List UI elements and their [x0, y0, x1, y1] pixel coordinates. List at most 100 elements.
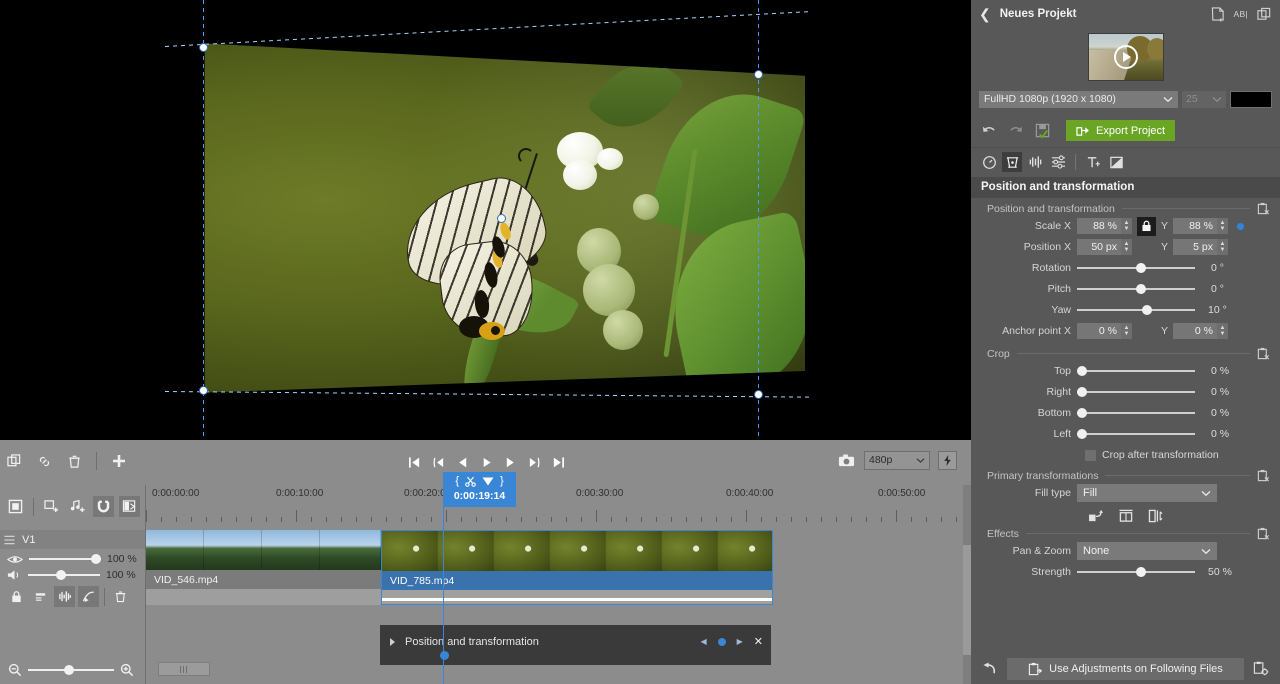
reset-group-icon[interactable]: [1257, 469, 1270, 482]
tab-speed[interactable]: [979, 152, 999, 172]
crop-top-slider[interactable]: [1077, 363, 1195, 379]
fast-preview-button[interactable]: [938, 450, 957, 470]
opacity-slider[interactable]: [29, 554, 101, 564]
project-preview-thumb[interactable]: [1087, 33, 1164, 81]
timeline-zoom-slider[interactable]: [28, 664, 114, 675]
reset-group-icon[interactable]: [1257, 347, 1270, 360]
new-project-icon[interactable]: [1211, 6, 1225, 22]
crop-left-knob[interactable]: [1077, 429, 1087, 439]
crop-right-knob[interactable]: [1077, 387, 1087, 397]
lock-aspect-ratio-button[interactable]: [1137, 216, 1156, 236]
scale-x-stepper[interactable]: ▲ ▼: [1121, 218, 1132, 234]
keyframe-dot-icon[interactable]: [717, 637, 726, 646]
ripple-edit-tool-icon[interactable]: [119, 496, 140, 517]
step-forward-button[interactable]: [501, 452, 519, 472]
play-button[interactable]: [477, 452, 495, 472]
magnet-snap-tool-icon[interactable]: [93, 496, 114, 517]
position-x-stepper[interactable]: ▲ ▼: [1121, 239, 1132, 255]
back-icon[interactable]: ❮: [979, 6, 991, 23]
crop-after-transformation-row[interactable]: Crop after transformation: [981, 445, 1270, 465]
lock-track-icon[interactable]: [6, 586, 27, 607]
revert-icon[interactable]: [979, 658, 1001, 680]
position-y-stepper[interactable]: ▲ ▼: [1217, 239, 1228, 255]
export-project-button[interactable]: Export Project: [1066, 120, 1176, 141]
track-style-icon[interactable]: [30, 586, 51, 607]
timeline-hscroll-thumb[interactable]: [158, 662, 210, 676]
timeline-vscroll-area[interactable]: [963, 485, 971, 684]
scissors-icon[interactable]: [465, 476, 476, 487]
previous-keyframe-icon[interactable]: ◀: [700, 637, 706, 646]
crop-right-slider[interactable]: [1077, 384, 1195, 400]
tab-audio[interactable]: [1025, 152, 1045, 172]
play-overlay-icon[interactable]: [1113, 45, 1138, 69]
crop-bottom-slider[interactable]: [1077, 405, 1195, 421]
yaw-slider-knob[interactable]: [1141, 305, 1152, 315]
flip-horizontal-icon[interactable]: [1148, 509, 1164, 523]
go-to-start-button[interactable]: [405, 452, 423, 472]
crop-top-knob[interactable]: [1077, 366, 1087, 376]
flip-vertical-icon[interactable]: [1118, 509, 1134, 523]
anchor-x-stepper[interactable]: ▲ ▼: [1121, 323, 1132, 339]
timeline-clip-selected[interactable]: VID_785.mp4: [381, 530, 773, 605]
waveform-icon[interactable]: [54, 586, 75, 607]
add-icon[interactable]: [109, 451, 129, 471]
scale-keyframe-indicator[interactable]: [1237, 222, 1244, 230]
duplicate-icon[interactable]: [4, 451, 24, 471]
video-preview[interactable]: [0, 0, 971, 440]
save-icon[interactable]: [1035, 123, 1051, 139]
scale-x-field[interactable]: 88 %: [1077, 218, 1121, 234]
scale-y-field[interactable]: 88 %: [1173, 218, 1217, 234]
anchor-y-stepper[interactable]: ▲ ▼: [1217, 323, 1228, 339]
apply-to-following-files-button[interactable]: Use Adjustments on Following Files: [1007, 657, 1244, 680]
timeline-ruler[interactable]: 0:00:00:00 0:00:10:00 0:00:20:00 0:00:30…: [145, 485, 963, 530]
timeline-clip[interactable]: VID_546.mp4: [146, 530, 381, 605]
timeline-vscroll-thumb[interactable]: [963, 545, 971, 655]
add-video-track-icon[interactable]: [41, 496, 62, 517]
playhead-flag[interactable]: { } 0:00:19:14: [443, 472, 516, 507]
fill-type-select[interactable]: Fill: [1077, 484, 1217, 502]
expand-arrow-icon[interactable]: [390, 638, 395, 646]
playhead-line[interactable]: [443, 507, 444, 684]
zoom-in-icon[interactable]: [120, 663, 134, 677]
copy-project-icon[interactable]: [1257, 7, 1272, 22]
track-title-row[interactable]: V1: [0, 530, 145, 549]
rotation-slider-knob[interactable]: [1136, 263, 1146, 273]
position-x-field[interactable]: 50 px: [1077, 239, 1121, 255]
camera-snapshot-icon[interactable]: [836, 450, 856, 470]
scale-y-stepper[interactable]: ▲ ▼: [1217, 218, 1228, 234]
pan-zoom-select[interactable]: None: [1077, 542, 1217, 560]
reset-group-icon[interactable]: [1257, 527, 1270, 540]
opacity-slider-knob[interactable]: [91, 554, 101, 564]
next-keyframe-button[interactable]: [525, 452, 543, 472]
keyframe-marker[interactable]: [440, 651, 449, 660]
preview-quality-select[interactable]: 480p: [864, 450, 930, 470]
timeline-zoom-knob[interactable]: [64, 664, 74, 675]
anchor-x-field[interactable]: 0 %: [1077, 323, 1121, 339]
zoom-out-icon[interactable]: [8, 663, 22, 677]
next-keyframe-icon[interactable]: ▶: [737, 637, 743, 646]
yaw-slider[interactable]: [1077, 302, 1195, 318]
close-icon[interactable]: ✕: [754, 635, 763, 648]
step-back-button[interactable]: [453, 452, 471, 472]
eye-icon[interactable]: [7, 554, 23, 565]
strength-slider-knob[interactable]: [1136, 567, 1146, 577]
select-tool-icon[interactable]: [5, 496, 26, 517]
tab-position-transform[interactable]: [1002, 152, 1022, 172]
delete-track-icon[interactable]: [110, 586, 131, 607]
reset-group-icon[interactable]: [1257, 202, 1270, 215]
add-audio-track-icon[interactable]: [67, 496, 88, 517]
marker-down-icon[interactable]: [482, 477, 494, 486]
track-menu-icon[interactable]: [4, 535, 15, 545]
previous-keyframe-button[interactable]: [429, 452, 447, 472]
anchor-y-field[interactable]: 0 %: [1173, 323, 1217, 339]
resolution-preset-select[interactable]: FullHD 1080p (1920 x 1080): [979, 90, 1178, 108]
delete-icon[interactable]: [64, 451, 84, 471]
marker-out-icon[interactable]: }: [500, 475, 504, 487]
volume-slider-knob[interactable]: [56, 570, 66, 580]
effect-strip-label-group[interactable]: Position and transformation: [390, 636, 539, 648]
tab-color[interactable]: [1048, 152, 1068, 172]
position-y-field[interactable]: 5 px: [1173, 239, 1217, 255]
settings-icon[interactable]: [1250, 658, 1272, 680]
pitch-slider-knob[interactable]: [1136, 284, 1146, 294]
strength-slider[interactable]: [1077, 564, 1195, 580]
